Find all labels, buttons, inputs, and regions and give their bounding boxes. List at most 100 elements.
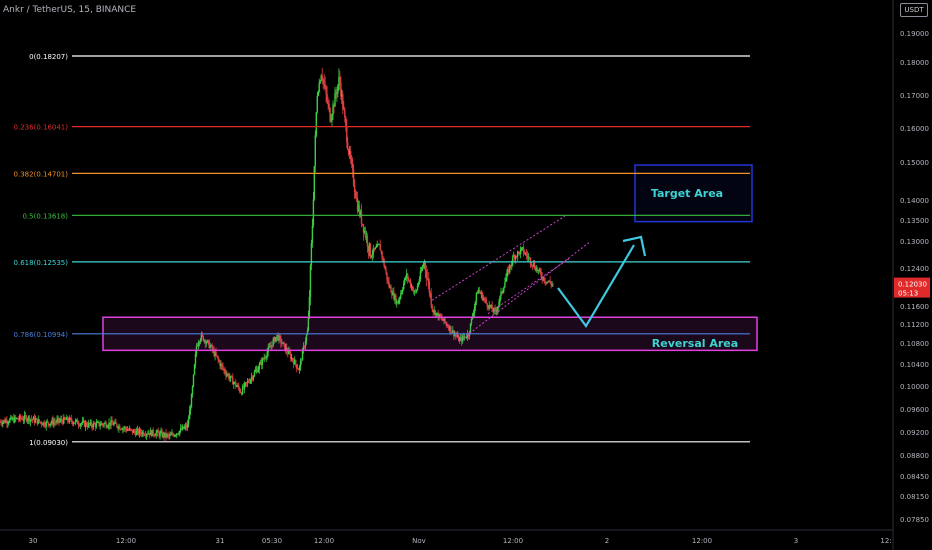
candle-body xyxy=(56,419,58,423)
candle-body xyxy=(170,434,172,436)
candle-body xyxy=(233,382,235,385)
candle-body xyxy=(229,377,231,379)
candle-body xyxy=(116,423,118,428)
candle-body xyxy=(95,422,97,427)
candle-body xyxy=(139,429,142,433)
candle-body xyxy=(530,263,533,266)
candle-body xyxy=(172,433,174,435)
candle-body xyxy=(223,369,225,370)
candle-body xyxy=(383,259,385,267)
candle-body xyxy=(485,299,487,303)
candle-body xyxy=(330,120,332,122)
candle-body xyxy=(327,101,329,104)
candle-body xyxy=(407,273,409,279)
candle-body xyxy=(93,423,95,424)
candle-body xyxy=(416,285,419,291)
candle-body xyxy=(537,270,539,271)
candle-body xyxy=(22,419,25,421)
candle-body xyxy=(157,430,159,433)
candle-body xyxy=(522,247,525,254)
candle-body xyxy=(386,272,388,280)
candle-body xyxy=(19,415,22,419)
candle-body xyxy=(257,369,259,373)
candle-body xyxy=(153,434,155,436)
candle-body xyxy=(221,363,223,366)
price-tick-label: 0.18000 xyxy=(900,59,929,67)
candle-body xyxy=(390,286,392,293)
candle-body xyxy=(529,258,532,264)
candle-body xyxy=(429,292,431,294)
candle-body xyxy=(387,279,389,282)
candle-body xyxy=(418,279,421,283)
candle-body xyxy=(50,422,52,424)
candle-body xyxy=(99,425,101,426)
candle-body xyxy=(419,271,422,280)
candle-body xyxy=(326,94,328,102)
candle-body xyxy=(328,103,330,108)
candle-body xyxy=(420,270,423,272)
candle-body xyxy=(351,163,354,170)
currency-badge[interactable]: USDT xyxy=(900,3,928,17)
price-tick-label: 0.14000 xyxy=(900,197,929,205)
candle-body xyxy=(155,432,157,436)
candle-body xyxy=(316,95,318,113)
candle-body xyxy=(319,81,321,84)
candle-body xyxy=(543,277,545,282)
price-tick-label: 0.15000 xyxy=(900,159,929,167)
candle-body xyxy=(298,366,301,371)
reversal-area-label: Reversal Area xyxy=(652,337,738,350)
candle-body xyxy=(496,310,498,312)
candle-body xyxy=(415,290,418,293)
candle-body xyxy=(265,357,267,358)
candle-body xyxy=(61,419,63,421)
candle-body xyxy=(339,77,341,83)
candle-body xyxy=(152,429,154,435)
candle-body xyxy=(247,381,250,383)
candle-body xyxy=(371,254,373,257)
price-tick-label: 0.11200 xyxy=(900,321,929,329)
candle-body xyxy=(409,281,412,287)
candle-body xyxy=(254,370,257,372)
candle-body xyxy=(381,251,383,259)
time-tick-label: 3 xyxy=(794,537,798,545)
candle-body xyxy=(388,281,390,287)
candle-body xyxy=(40,422,42,424)
candle-body xyxy=(309,265,312,297)
candle-body xyxy=(315,112,317,136)
candle-body xyxy=(313,166,315,200)
candle-body xyxy=(59,420,61,422)
candle-body xyxy=(505,278,507,282)
time-tick-label: 12:00 xyxy=(116,537,136,545)
candle-body xyxy=(318,83,320,92)
candle-body xyxy=(49,423,51,426)
candle-body xyxy=(103,423,105,426)
candle-body xyxy=(192,374,195,387)
candle-body xyxy=(317,91,319,96)
candle-body xyxy=(67,417,69,421)
candle-body xyxy=(34,419,37,423)
candle-body xyxy=(408,280,411,282)
time-tick-label: Nov xyxy=(412,537,426,545)
candle-body xyxy=(345,117,347,126)
candle-body xyxy=(404,278,406,284)
candle-body xyxy=(382,258,384,260)
candle-body xyxy=(439,313,441,317)
candle-body xyxy=(322,79,324,81)
candle-body xyxy=(301,350,304,361)
candle-body xyxy=(129,428,132,430)
candle-body xyxy=(252,376,255,380)
candle-body xyxy=(240,391,242,393)
candle-body xyxy=(135,430,138,436)
candle-body xyxy=(159,432,161,437)
price-tick-label: 0.13000 xyxy=(900,238,929,246)
price-tick-label: 0.07850 xyxy=(900,516,929,524)
price-axis[interactable] xyxy=(893,0,932,550)
candle-body xyxy=(350,151,352,160)
candle-body xyxy=(74,420,77,423)
candle-body xyxy=(194,353,197,365)
candle-body xyxy=(366,236,369,247)
candle-body xyxy=(216,355,218,357)
candle-body xyxy=(224,369,226,373)
candle-body xyxy=(405,277,407,279)
price-chart[interactable]: 0(0.18207) 0.236(0.16041) 0.382(0.14701) 0.… xyxy=(0,0,932,550)
